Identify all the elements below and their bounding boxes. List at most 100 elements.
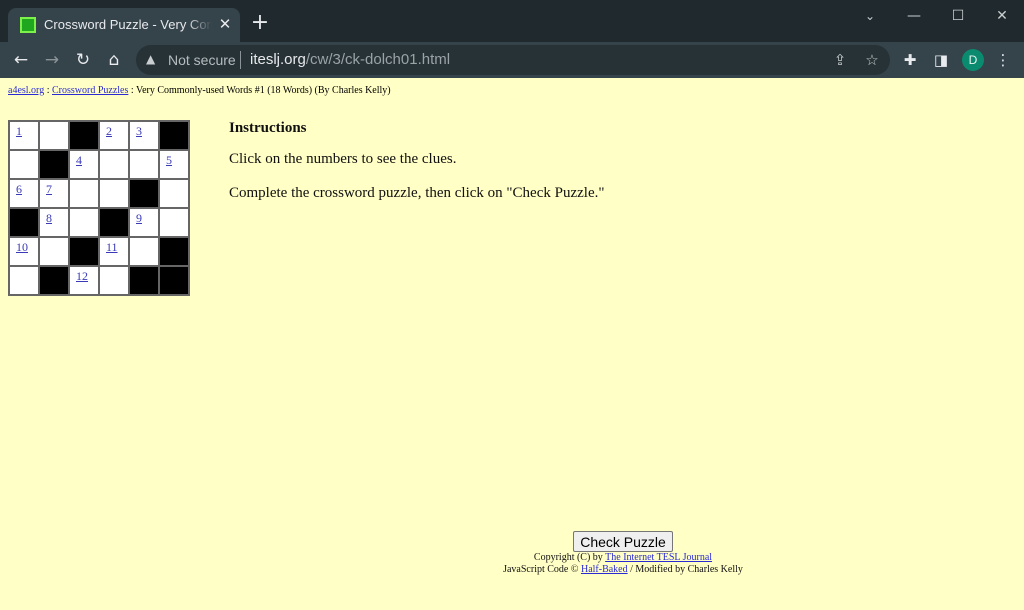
grid-cell[interactable] — [98, 178, 130, 209]
share-icon[interactable]: ⇪ — [830, 50, 850, 70]
grid-cell[interactable]: 9 — [128, 207, 160, 238]
footer: Check Puzzle Copyright (C) by The Intern… — [500, 531, 746, 576]
grid-cell[interactable]: 10 — [8, 236, 40, 267]
grid-row: 45 — [8, 149, 190, 180]
grid-cell[interactable]: 5 — [158, 149, 190, 180]
tab-close-icon[interactable]: ✕ — [216, 15, 234, 33]
omnibox-divider — [240, 51, 241, 69]
tab-search-icon[interactable]: ⌄ — [855, 5, 885, 27]
url-text[interactable]: iteslj.org/cw/3/ck-dolch01.html — [250, 51, 450, 68]
grid-cell[interactable] — [8, 149, 40, 180]
close-window-button[interactable]: ✕ — [987, 5, 1017, 27]
url-path: /cw/3/ck-dolch01.html — [305, 51, 451, 68]
black-cell — [158, 265, 190, 296]
check-puzzle-button[interactable]: Check Puzzle — [573, 531, 673, 552]
grid-row: 1 2 3 — [8, 120, 190, 151]
black-cell — [38, 149, 70, 180]
black-cell — [38, 265, 70, 296]
grid-cell[interactable]: 6 — [8, 178, 40, 209]
grid-cell[interactable]: 1 — [8, 120, 40, 151]
profile-avatar[interactable]: D — [962, 49, 984, 71]
page-content: a4esl.org : Crossword Puzzles : Very Com… — [0, 78, 1024, 610]
grid-cell[interactable] — [128, 236, 160, 267]
grid-cell[interactable]: 2 — [98, 120, 130, 151]
grid-cell[interactable] — [158, 207, 190, 238]
clue-number-link[interactable]: 11 — [106, 240, 118, 255]
black-cell — [158, 120, 190, 151]
clue-number-link[interactable]: 1 — [16, 124, 22, 139]
grid-row: 10 11 — [8, 236, 190, 267]
browser-titlebar: Crossword Puzzle - Very Commonly-used Wo… — [0, 0, 1024, 42]
clue-number-link[interactable]: 10 — [16, 240, 28, 255]
black-cell — [128, 265, 160, 296]
grid-cell[interactable]: 8 — [38, 207, 70, 238]
maximize-button[interactable]: ☐ — [943, 5, 973, 27]
crossword-grid: 1 2 3 4 5 6 7 8 9 10 11 12 — [8, 120, 190, 296]
breadcrumb-link-crossword-puzzles[interactable]: Crossword Puzzles — [52, 85, 128, 96]
browser-tab[interactable]: Crossword Puzzle - Very Commonly-used Wo… — [8, 8, 240, 42]
modified-by-text: / Modified by Charles Kelly — [627, 564, 743, 575]
security-label[interactable]: Not secure — [168, 52, 236, 68]
grid-row: 89 — [8, 207, 190, 238]
grid-cell[interactable]: 3 — [128, 120, 160, 151]
clue-number-link[interactable]: 6 — [16, 182, 22, 197]
copyright-text: Copyright (C) by — [533, 552, 606, 563]
grid-cell[interactable] — [158, 178, 190, 209]
tab-title: Crossword Puzzle - Very Commonly-used Wo… — [44, 17, 212, 32]
clue-number-link[interactable]: 4 — [76, 153, 82, 168]
clue-number-link[interactable]: 12 — [76, 269, 88, 284]
grid-cell[interactable] — [98, 265, 130, 296]
grid-cell[interactable] — [38, 236, 70, 267]
grid-cell[interactable]: 12 — [68, 265, 100, 296]
reload-button[interactable]: ↻ — [71, 48, 95, 72]
grid-row: 67 — [8, 178, 190, 209]
instructions-line-2: Complete the crossword puzzle, then clic… — [229, 185, 605, 201]
grid-cell[interactable]: 4 — [68, 149, 100, 180]
clue-number-link[interactable]: 5 — [166, 153, 172, 168]
browser-toolbar: ← → ↻ ⌂ ▲ Not secure iteslj.org/cw/3/ck-… — [0, 42, 1024, 78]
minimize-button[interactable]: — — [899, 5, 929, 27]
clue-number-link[interactable]: 2 — [106, 124, 112, 139]
grid-cell[interactable]: 11 — [98, 236, 130, 267]
home-button[interactable]: ⌂ — [102, 48, 126, 72]
black-cell — [128, 178, 160, 209]
black-cell — [68, 120, 100, 151]
grid-cell[interactable] — [68, 207, 100, 238]
grid-row: 12 — [8, 265, 190, 296]
grid-cell[interactable] — [98, 149, 130, 180]
back-button[interactable]: ← — [9, 48, 33, 72]
breadcrumb: a4esl.org : Crossword Puzzles : Very Com… — [8, 85, 391, 96]
menu-icon[interactable]: ⋮ — [993, 50, 1013, 70]
black-cell — [158, 236, 190, 267]
black-cell — [8, 207, 40, 238]
clue-number-link[interactable]: 8 — [46, 211, 52, 226]
iteslj-link[interactable]: The Internet TESL Journal — [605, 552, 712, 563]
clue-number-link[interactable]: 9 — [136, 211, 142, 226]
instructions-line-1: Click on the numbers to see the clues. — [229, 151, 457, 167]
breadcrumb-title: : Very Commonly-used Words #1 (18 Words)… — [128, 85, 391, 96]
bookmark-star-icon[interactable]: ☆ — [862, 50, 882, 70]
grid-cell[interactable] — [38, 120, 70, 151]
breadcrumb-separator: : — [44, 85, 52, 96]
new-tab-button[interactable]: + — [250, 12, 270, 34]
forward-button[interactable]: → — [40, 48, 64, 72]
instructions-heading: Instructions — [229, 120, 307, 136]
black-cell — [98, 207, 130, 238]
grid-cell[interactable]: 7 — [38, 178, 70, 209]
address-bar[interactable]: ▲ Not secure iteslj.org/cw/3/ck-dolch01.… — [136, 45, 890, 75]
side-panel-icon[interactable]: ◨ — [931, 50, 951, 70]
favicon-icon — [20, 17, 36, 33]
half-baked-link[interactable]: Half-Baked — [581, 564, 628, 575]
clue-number-link[interactable]: 7 — [46, 182, 52, 197]
extensions-icon[interactable]: ✚ — [900, 50, 920, 70]
grid-cell[interactable] — [68, 178, 100, 209]
grid-cell[interactable] — [8, 265, 40, 296]
url-host: iteslj.org — [250, 51, 306, 68]
black-cell — [68, 236, 100, 267]
grid-cell[interactable] — [128, 149, 160, 180]
js-credit-text: JavaScript Code © — [503, 564, 581, 575]
warning-icon[interactable]: ▲ — [146, 52, 160, 66]
clue-number-link[interactable]: 3 — [136, 124, 142, 139]
breadcrumb-link-a4esl[interactable]: a4esl.org — [8, 85, 44, 96]
instructions-panel: Instructions Click on the numbers to see… — [229, 120, 829, 219]
